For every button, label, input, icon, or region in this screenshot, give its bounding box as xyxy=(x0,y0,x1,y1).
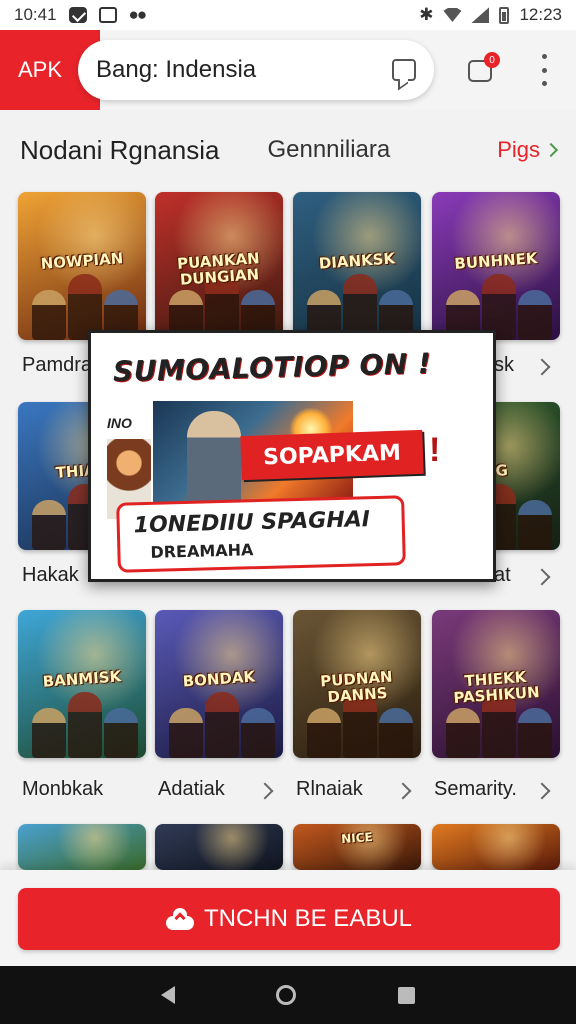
app-tile-character xyxy=(518,708,552,758)
app-tile[interactable]: BONDAK xyxy=(155,610,283,758)
status-time-right: 12:23 xyxy=(519,5,562,24)
app-tile-character xyxy=(241,708,275,758)
message-box-icon xyxy=(68,7,87,23)
promo-banner-label: SOPAPKAM xyxy=(262,440,402,470)
chevron-right-icon[interactable] xyxy=(533,782,551,800)
app-tile[interactable] xyxy=(18,824,146,870)
screen-icon xyxy=(98,7,117,23)
app-tile[interactable] xyxy=(432,824,560,870)
app-tile-character xyxy=(104,708,138,758)
promo-banner-exclamation: ! xyxy=(429,431,441,469)
app-tile-label[interactable]: sk xyxy=(494,354,514,377)
app-tile[interactable]: BANMISK xyxy=(18,610,146,758)
app-tile-label[interactable]: Adatiak xyxy=(158,778,225,801)
app-tile-character xyxy=(32,500,66,550)
app-tile-character xyxy=(32,708,66,758)
app-tile[interactable]: PUANKAN DUNGIAN xyxy=(155,192,283,340)
app-tile[interactable]: BUNHNEK xyxy=(432,192,560,340)
app-tile-character xyxy=(446,708,480,758)
app-tile-character xyxy=(68,692,102,758)
notification-badge: 0 xyxy=(484,52,500,68)
promo-popup[interactable]: SUMOALOTIOP ON ! INO SOPAPKAM ! 1ONEDIIU… xyxy=(88,330,496,582)
app-tile-artwork xyxy=(155,824,283,870)
notifications-button[interactable]: 0 xyxy=(466,52,500,86)
app-tile[interactable]: NICE xyxy=(293,824,421,870)
app-tile[interactable]: NOWPIAN xyxy=(18,192,146,340)
install-button[interactable]: TNCHN BE EABUL xyxy=(18,888,560,950)
dots-icon: ●● xyxy=(128,5,147,24)
promo-cta-button[interactable]: 1ONEDIIU SPAGHAI DREAMAHA xyxy=(116,495,406,573)
search-input[interactable]: Bang: Indensia xyxy=(96,56,392,84)
install-button-label: TNCHN BE EABUL xyxy=(203,905,413,932)
bluetooth-icon: ✱ xyxy=(419,5,434,24)
app-tile-label[interactable]: at xyxy=(494,564,511,587)
chevron-right-icon xyxy=(543,142,559,158)
promo-headline: SUMOALOTIOP ON ! xyxy=(112,346,432,389)
bottom-action-area: TNCHN BE EABUL xyxy=(0,870,576,966)
app-tile-artwork xyxy=(18,824,146,870)
promo-banner[interactable]: SOPAPKAM xyxy=(240,429,424,481)
see-more-link[interactable]: Pigs xyxy=(497,137,559,163)
apk-label: APK xyxy=(18,57,63,82)
more-options-icon[interactable] xyxy=(536,54,552,86)
search-bar[interactable]: Bang: Indensia xyxy=(78,40,434,100)
chat-icon[interactable] xyxy=(392,59,416,81)
cloud-download-icon xyxy=(165,908,194,930)
app-tile[interactable]: DIANKSK xyxy=(293,192,421,340)
section-subtitle-tab[interactable]: Gennniliara xyxy=(267,136,390,164)
app-tile[interactable] xyxy=(155,824,283,870)
promo-cta-line2: DREAMAHA xyxy=(150,540,254,562)
app-tile-label[interactable]: Semarity. xyxy=(434,778,517,801)
app-tile-character xyxy=(518,500,552,550)
chevron-right-icon[interactable] xyxy=(533,568,551,586)
app-tile-label[interactable]: Monbkak xyxy=(22,778,103,801)
status-bar: 10:41 ●● ✱ 12:23 xyxy=(0,0,576,30)
promo-hero-figure xyxy=(187,411,241,505)
section-title: Nodani Rgnansia xyxy=(20,134,220,165)
chevron-right-icon[interactable] xyxy=(256,782,274,800)
system-nav-bar xyxy=(0,966,576,1024)
app-tile-character xyxy=(518,290,552,340)
wifi-icon xyxy=(443,8,462,22)
see-more-label: Pigs xyxy=(497,137,540,162)
app-tile-character xyxy=(379,708,413,758)
promo-cta-line1: 1ONEDIIU SPAGHAI xyxy=(133,507,371,539)
app-tile-artwork xyxy=(432,824,560,870)
chevron-right-icon[interactable] xyxy=(533,358,551,376)
status-time-left: 10:41 xyxy=(14,5,57,24)
back-icon[interactable] xyxy=(160,986,175,1004)
app-tile-character xyxy=(205,692,239,758)
app-bar: APK Bang: Indensia 0 xyxy=(0,30,576,110)
app-tile-label[interactable]: Hakak xyxy=(22,564,79,587)
promo-side-label: INO xyxy=(107,415,132,431)
home-icon[interactable] xyxy=(276,985,297,1005)
app-tile-character xyxy=(169,708,203,758)
signal-icon xyxy=(471,7,490,23)
app-tile-character xyxy=(32,290,66,340)
app-tile-character xyxy=(307,708,341,758)
app-tile[interactable]: THIEKK PASHIKUN xyxy=(432,610,560,758)
section-header: Nodani Rgnansia Gennniliara Pigs xyxy=(0,120,576,180)
recent-apps-icon[interactable] xyxy=(398,986,416,1004)
battery-icon xyxy=(499,6,510,24)
app-tile-label[interactable]: Pamdra xyxy=(22,354,92,377)
app-tile-label[interactable]: Rlnaiak xyxy=(296,778,363,801)
app-tile[interactable]: PUDNAN DANNS xyxy=(293,610,421,758)
chevron-right-icon[interactable] xyxy=(394,782,412,800)
